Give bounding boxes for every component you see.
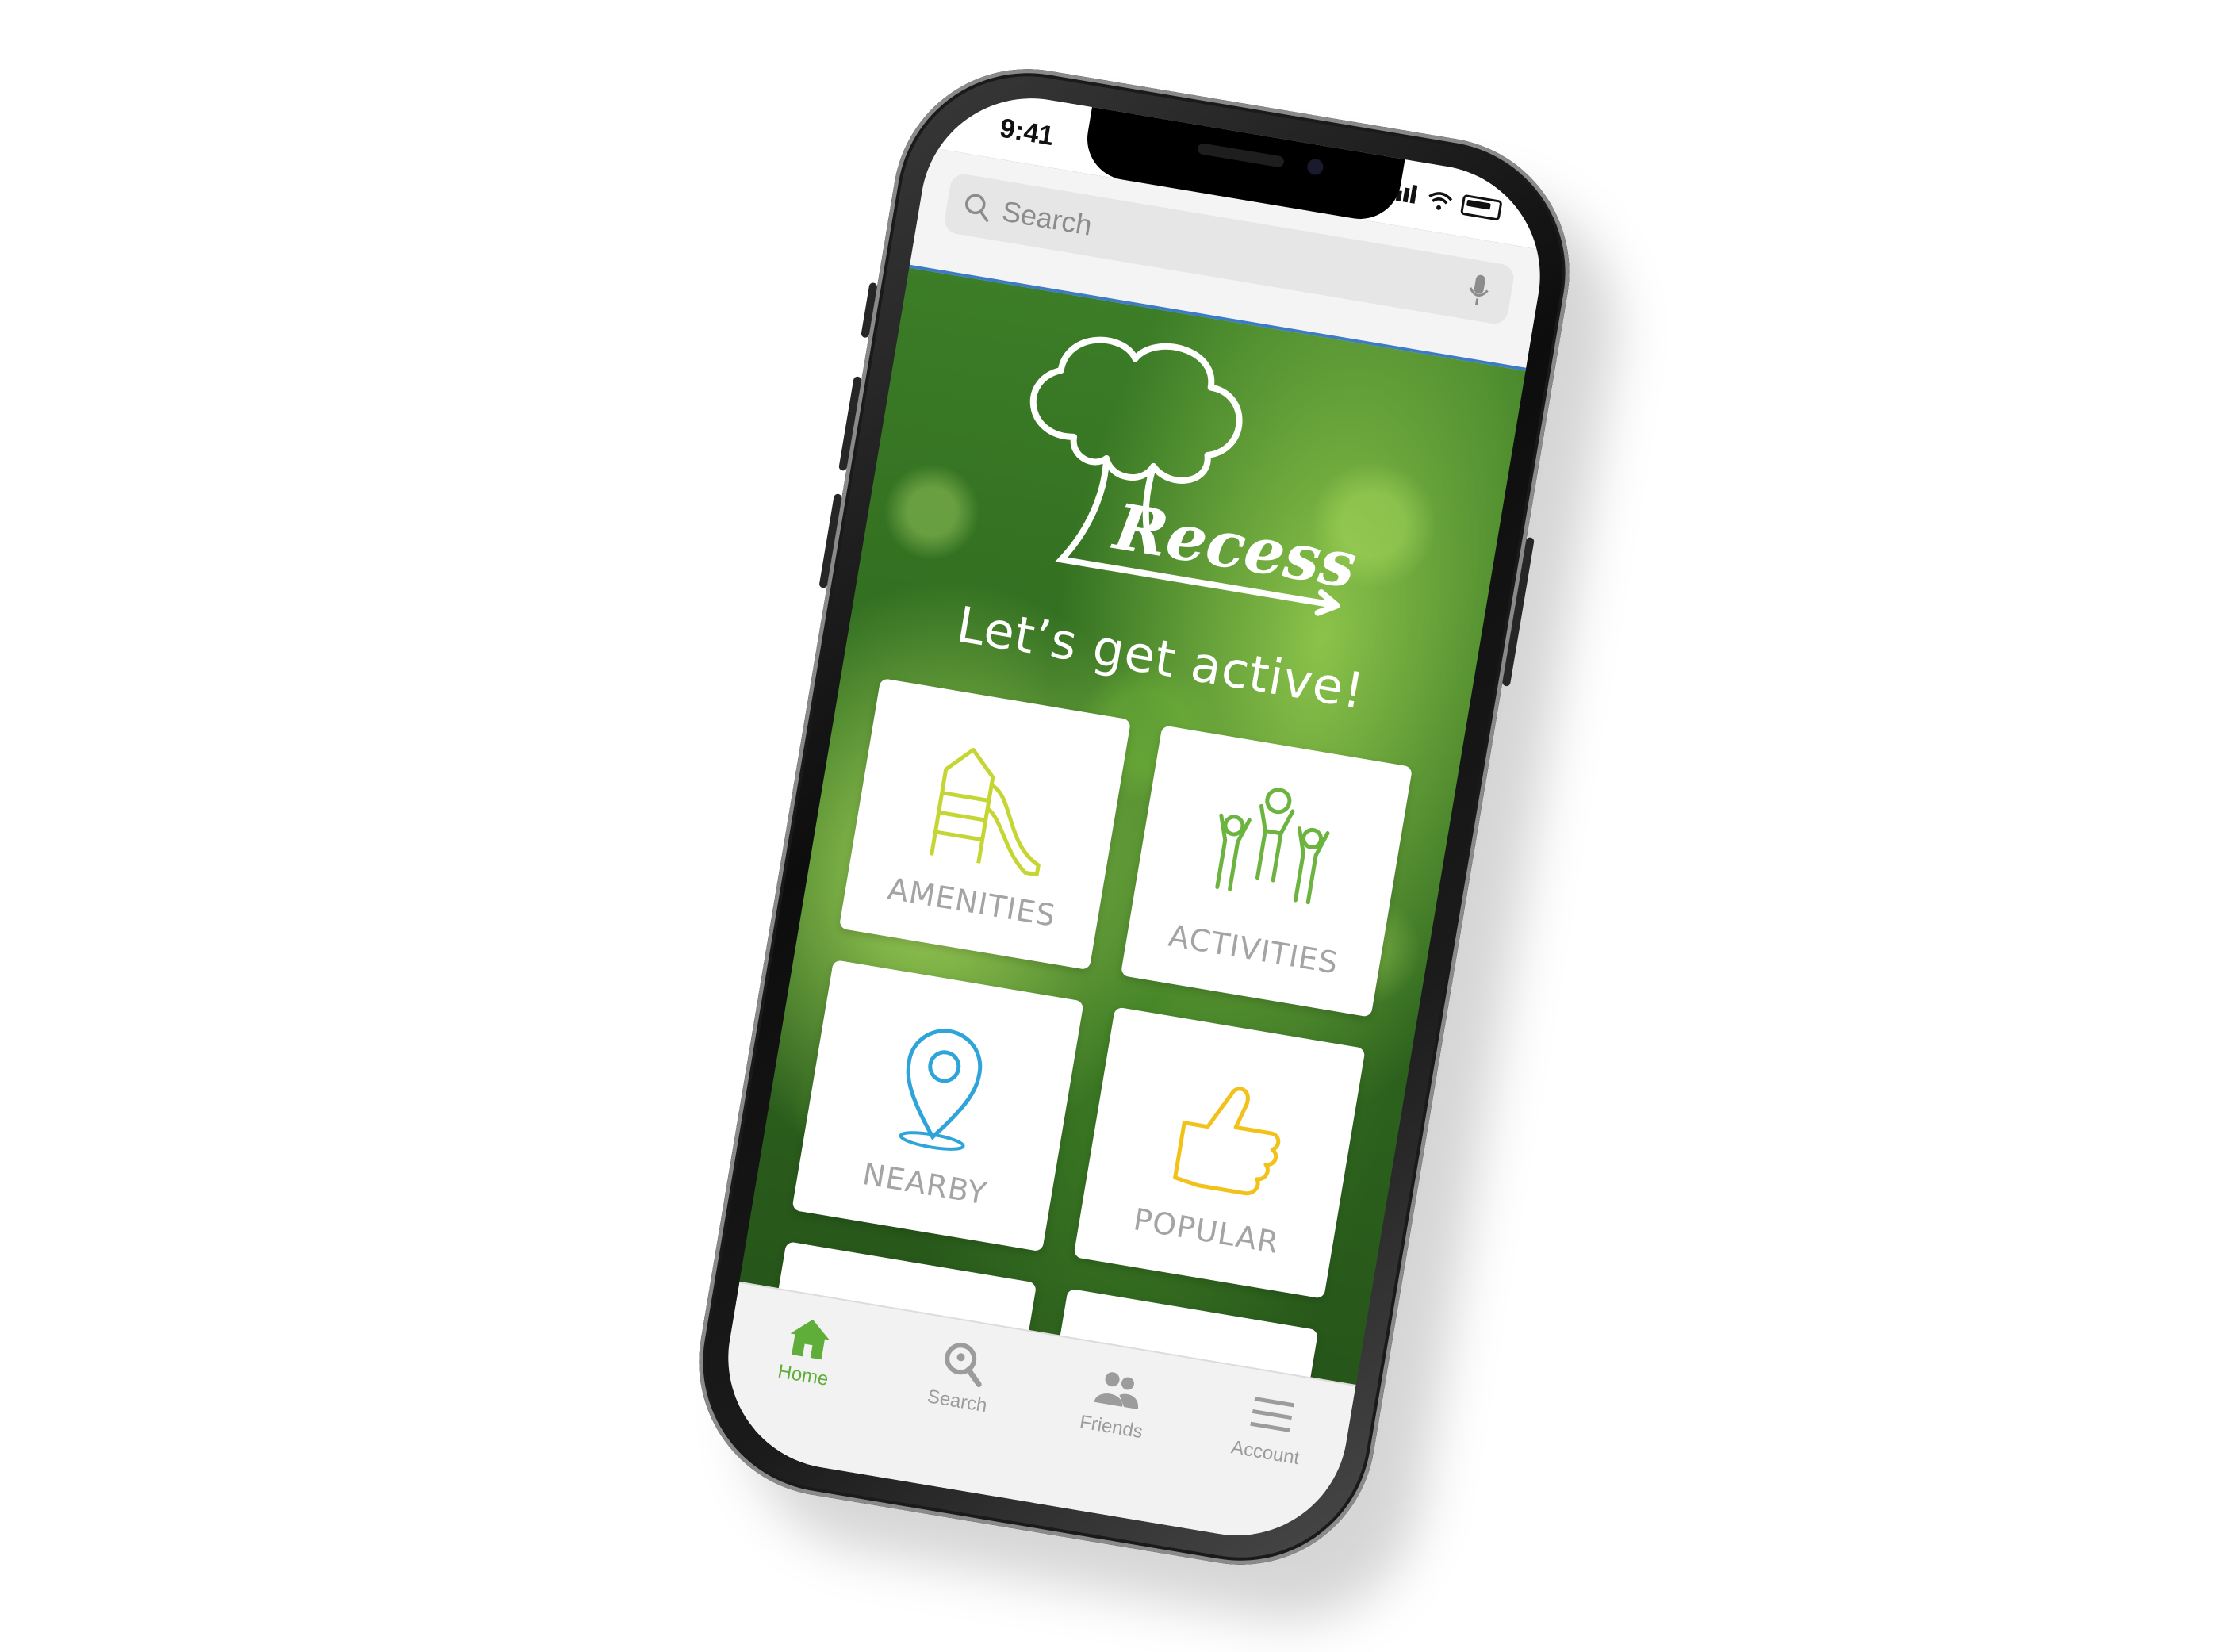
playground-slide-icon — [930, 747, 1041, 877]
front-camera — [1305, 157, 1324, 176]
tab-search[interactable]: Search — [896, 1329, 1025, 1422]
status-icons — [1388, 182, 1503, 221]
tile-activities[interactable]: ACTIVITIES — [1120, 725, 1413, 1018]
microphone-icon[interactable] — [1464, 271, 1493, 309]
battery-icon — [1460, 194, 1503, 221]
tile-nearby[interactable]: NEARBY — [792, 959, 1084, 1252]
volume-up-button — [838, 376, 862, 472]
volume-down-button — [818, 493, 843, 589]
speaker — [1197, 142, 1285, 168]
menu-icon — [1249, 1397, 1294, 1432]
silent-switch — [861, 282, 878, 339]
tile-label-popular: POPULAR — [1131, 1202, 1282, 1261]
tab-home[interactable]: Home — [742, 1303, 872, 1396]
tile-label-nearby: NEARBY — [860, 1156, 990, 1212]
people-cheering-icon — [1215, 788, 1330, 905]
wifi-icon — [1428, 192, 1453, 210]
tile-popular[interactable]: POPULAR — [1073, 1006, 1366, 1299]
location-pin-icon — [899, 1029, 983, 1151]
tile-amenities[interactable]: AMENITIES — [838, 677, 1132, 971]
tab-label-home: Home — [776, 1360, 830, 1390]
search-icon — [965, 194, 989, 222]
tab-friends[interactable]: Friends — [1051, 1355, 1180, 1447]
thumbs-up-icon — [1173, 1087, 1281, 1196]
search-placeholder: Search — [999, 194, 1094, 242]
tile-label-activities: ACTIVITIES — [1166, 918, 1341, 981]
phone-device: 9:41 Search Recess Let’s get active! AME… — [678, 48, 1590, 1585]
tab-account[interactable]: Account — [1205, 1381, 1334, 1474]
tile-label-amenities: AMENITIES — [885, 871, 1059, 934]
home-icon — [790, 1319, 830, 1360]
status-time: 9:41 — [997, 113, 1056, 152]
friends-icon — [1094, 1372, 1138, 1409]
search-magnifier-icon — [944, 1343, 982, 1387]
